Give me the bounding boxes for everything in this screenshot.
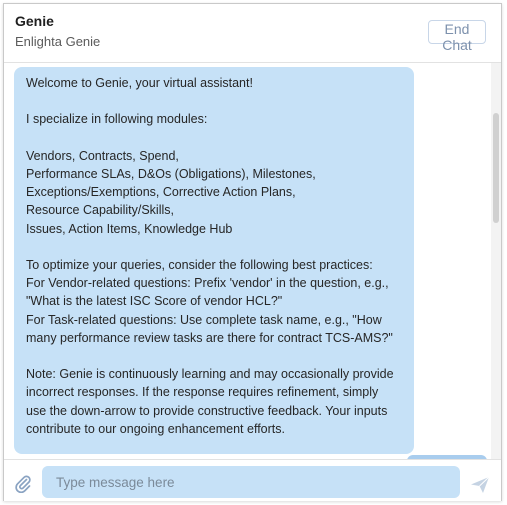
note-text: Note: Genie is continuously learning and…: [26, 365, 402, 438]
note-line: incorrect responses. If the response req…: [26, 385, 379, 400]
modules-line: Resource Capability/Skills,: [26, 203, 174, 218]
note-line: contribute to our ongoing enhancement ef…: [26, 421, 285, 436]
messages-scrollbar[interactable]: [491, 63, 501, 459]
practices-line: For Vendor-related questions: Prefix 've…: [26, 276, 389, 291]
modules-intro-text: I specialize in following modules:: [26, 112, 208, 127]
end-chat-button[interactable]: End Chat: [428, 20, 486, 53]
composer-bar: [4, 459, 501, 501]
welcome-message-bubble: Welcome to Genie, your virtual assistant…: [14, 67, 414, 454]
modules-list: Vendors, Contracts, Spend, Performance S…: [26, 147, 402, 238]
modules-line: Performance SLAs, D&Os (Obligations), Mi…: [26, 166, 316, 181]
message-list[interactable]: Welcome to Genie, your virtual assistant…: [4, 63, 501, 459]
scrollbar-thumb[interactable]: [493, 113, 499, 223]
note-line: use the down-arrow to provide constructi…: [26, 403, 388, 418]
note-line: Note: Genie is continuously learning and…: [26, 367, 394, 382]
chat-title: Genie: [15, 13, 54, 29]
practices-line: For Task-related questions: Use complete…: [26, 312, 382, 327]
chat-header: Genie Enlighta Genie End Chat: [4, 4, 501, 63]
practices-line: "What is the latest ISC Score of vendor …: [26, 294, 283, 309]
greeting-text: Welcome to Genie, your virtual assistant…: [26, 76, 253, 90]
chat-window: Genie Enlighta Genie End Chat Welcome to…: [3, 3, 502, 501]
best-practices-text: To optimize your queries, consider the f…: [26, 256, 402, 347]
modules-line: Vendors, Contracts, Spend,: [26, 148, 179, 163]
message-input[interactable]: [42, 466, 460, 498]
practices-line: many performance review tasks are there …: [26, 330, 393, 345]
modules-line: Issues, Action Items, Knowledge Hub: [26, 221, 233, 236]
send-icon[interactable]: [470, 476, 490, 494]
paperclip-icon[interactable]: [13, 473, 33, 494]
chat-subtitle: Enlighta Genie: [15, 34, 101, 49]
modules-line: Exceptions/Exemptions, Corrective Action…: [26, 185, 296, 200]
practices-line: To optimize your queries, consider the f…: [26, 257, 373, 272]
